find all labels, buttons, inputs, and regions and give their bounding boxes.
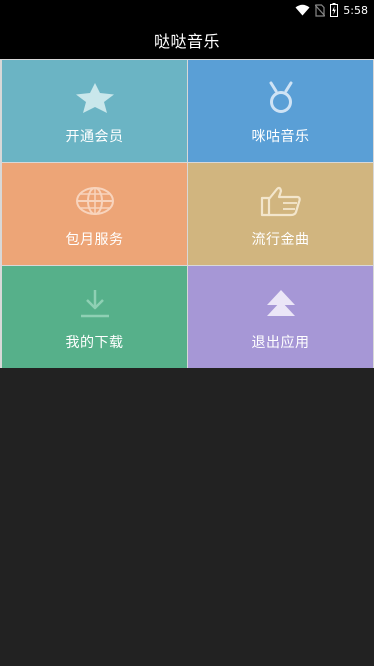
status-bar: 5:58 — [0, 0, 374, 20]
empty-background — [0, 368, 374, 666]
star-icon — [73, 78, 117, 118]
thumbs-up-icon — [259, 181, 303, 221]
tile-my-downloads[interactable]: 我的下载 — [2, 266, 187, 368]
tile-label: 流行金曲 — [251, 232, 310, 248]
tile-label: 退出应用 — [251, 335, 310, 351]
status-icons: 5:58 — [295, 2, 368, 18]
tile-exit-app[interactable]: 退出应用 — [188, 266, 373, 368]
no-sim-icon — [315, 3, 326, 17]
clock: 5:58 — [343, 3, 368, 17]
menu-grid: 开通会员 咪咕音乐 包月服务 流行金曲 我的下载 退出应用 — [0, 59, 374, 368]
up-arrow-icon — [259, 284, 303, 324]
tile-popular-songs[interactable]: 流行金曲 — [188, 163, 373, 265]
tile-label: 咪咕音乐 — [251, 129, 310, 145]
tile-label: 我的下载 — [65, 335, 124, 351]
wifi-icon — [295, 4, 310, 16]
app-title: 哒哒音乐 — [153, 31, 220, 51]
tile-label: 包月服务 — [65, 232, 124, 248]
tile-member[interactable]: 开通会员 — [2, 60, 187, 162]
download-icon — [73, 284, 117, 324]
battery-icon — [330, 3, 339, 17]
tile-label: 开通会员 — [65, 129, 124, 145]
tile-monthly-service[interactable]: 包月服务 — [2, 163, 187, 265]
medal-icon — [259, 78, 303, 118]
tile-migu-music[interactable]: 咪咕音乐 — [188, 60, 373, 162]
globe-icon — [73, 181, 117, 221]
app-header: 哒哒音乐 — [0, 20, 374, 59]
